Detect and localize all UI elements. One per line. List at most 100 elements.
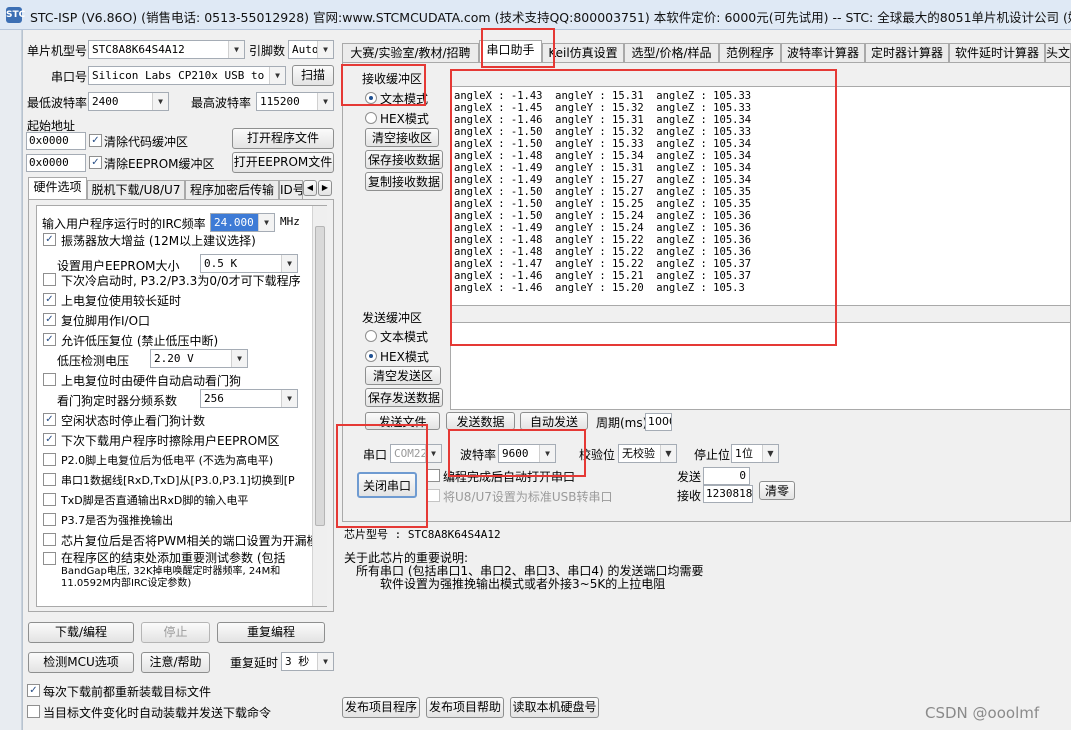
tab-scroll-left-icon[interactable]: ◀	[303, 180, 317, 196]
hw-option-checkbox[interactable]: ✓	[43, 333, 56, 346]
stop-button[interactable]: 停止	[141, 622, 210, 643]
hw-option-checkbox[interactable]	[43, 533, 56, 546]
hw-option-row[interactable]: 芯片复位后是否将PWM相关的端口设置为开漏模	[43, 530, 313, 550]
eeprom-size-select[interactable]: 0.5 K ▼	[200, 254, 298, 273]
retry-delay-select[interactable]: 3 秒 ▼	[281, 652, 334, 671]
send-file-button[interactable]: 发送文件	[365, 412, 440, 430]
baud-select[interactable]: 9600 ▼	[498, 444, 556, 463]
period-input[interactable]: 1000	[645, 413, 672, 431]
hw-option-checkbox[interactable]: ✓	[43, 313, 56, 326]
tab-encrypted-transfer[interactable]: 程序加密后传输	[185, 180, 279, 200]
send-hex-mode-radio[interactable]	[365, 350, 377, 362]
usb-serial-checkbox[interactable]	[427, 489, 440, 502]
irc-frequency-select[interactable]: 24.000 ▼	[210, 213, 275, 232]
recv-line: angleX : -1.43 angleY : 15.31 angleZ : 1…	[454, 90, 752, 102]
clear-eeprom-checkbox[interactable]: ✓	[89, 156, 102, 169]
hw-option-row[interactable]: 串口1数据线[RxD,TxD]从[P3.0,P3.1]切换到[P	[43, 470, 313, 490]
save-send-button[interactable]: 保存发送数据	[365, 388, 443, 407]
tab-hardware-options[interactable]: 硬件选项	[28, 177, 87, 200]
max-baud-label: 最高波特率	[191, 96, 252, 110]
auto-send-button[interactable]: 自动发送	[520, 412, 588, 430]
min-baud-select[interactable]: 2400 ▼	[88, 92, 169, 111]
scrollbar-thumb[interactable]	[315, 226, 325, 526]
tab-delay-calculator[interactable]: 软件延时计算器	[949, 43, 1045, 63]
code-addr-input[interactable]: 0x0000	[26, 132, 86, 150]
irc-label: 输入用户程序运行时的IRC频率	[42, 217, 206, 231]
tab-baud-calculator[interactable]: 波特率计算器	[781, 43, 865, 63]
recv-line: angleX : -1.50 angleY : 15.32 angleZ : 1…	[454, 126, 752, 138]
recv-line: angleX : -1.50 angleY : 15.33 angleZ : 1…	[454, 138, 752, 150]
reload-checkbox[interactable]: ✓	[27, 684, 40, 697]
tab-offline-download[interactable]: 脱机下载/U8/U7	[87, 180, 185, 200]
hw-option-checkbox[interactable]: ✓	[43, 233, 56, 246]
parity-label: 校验位	[579, 448, 616, 462]
hw-options-scrollbar[interactable]	[312, 206, 327, 606]
hw-option-checkbox[interactable]	[43, 493, 56, 506]
hw-option-checkbox[interactable]	[43, 513, 56, 526]
tab-timer-calculator[interactable]: 定时器计算器	[865, 43, 949, 63]
baud-label: 波特率	[460, 448, 497, 462]
clear-count-button[interactable]: 清零	[759, 481, 795, 500]
recv-textarea[interactable]: angleX : -1.43 angleY : 15.31 angleZ : 1…	[450, 86, 1071, 306]
auto-open-checkbox[interactable]	[427, 469, 440, 482]
hw-option-checkbox[interactable]: ✓	[43, 413, 56, 426]
send-textarea[interactable]	[450, 322, 1071, 410]
hw-option-checkbox[interactable]	[43, 552, 56, 565]
recv-hex-mode-radio[interactable]	[365, 112, 377, 124]
tab-header-file[interactable]: 头文	[1045, 43, 1071, 63]
wdt-select[interactable]: 256 ▼	[200, 389, 298, 408]
mcu-model-select[interactable]: STC8A8K64S4A12 ▼	[88, 40, 245, 59]
hw-option-checkbox[interactable]	[43, 373, 56, 386]
send-data-button[interactable]: 发送数据	[446, 412, 515, 430]
open-eeprom-button[interactable]: 打开EEPROM文件	[232, 152, 334, 173]
hw-option-checkbox[interactable]	[43, 453, 56, 466]
detect-mcu-button[interactable]: 检测MCU选项	[28, 652, 134, 673]
hw-option-checkbox[interactable]	[43, 273, 56, 286]
chevron-down-icon: ▼	[281, 255, 297, 272]
max-baud-select[interactable]: 115200 ▼	[256, 92, 334, 111]
tab-selection[interactable]: 选型/价格/样品	[624, 43, 719, 63]
open-program-button[interactable]: 打开程序文件	[232, 128, 334, 149]
clear-code-checkbox[interactable]: ✓	[89, 134, 102, 147]
recv-line: angleX : -1.46 angleY : 15.21 angleZ : 1…	[454, 270, 752, 282]
publish-program-button[interactable]: 发布项目程序	[342, 697, 420, 718]
tab-id[interactable]: ID号	[279, 180, 303, 200]
scan-button[interactable]: 扫描	[292, 65, 334, 86]
recv-hex-mode-label: HEX模式	[380, 112, 429, 126]
period-label: 周期(ms)	[596, 416, 648, 430]
recv-text-mode-radio[interactable]	[365, 92, 377, 104]
clear-send-button[interactable]: 清空发送区	[365, 366, 441, 385]
left-edge	[0, 30, 22, 730]
pin-count-select[interactable]: Auto ▼	[288, 40, 334, 59]
tab-scroll-right-icon[interactable]: ▶	[318, 180, 332, 196]
save-recv-button[interactable]: 保存接收数据	[365, 150, 443, 169]
copy-recv-button[interactable]: 复制接收数据	[365, 172, 443, 191]
hw-option-checkbox[interactable]	[43, 473, 56, 486]
help-button[interactable]: 注意/帮助	[141, 652, 210, 673]
lvd-select[interactable]: 2.20 V ▼	[150, 349, 248, 368]
chevron-down-icon: ▼	[317, 41, 333, 58]
hw-option-checkbox[interactable]: ✓	[43, 433, 56, 446]
clear-recv-button[interactable]: 清空接收区	[365, 128, 439, 147]
parity-select[interactable]: 无校验 ▼	[618, 444, 677, 463]
app-icon: STC	[6, 7, 25, 23]
clear-eeprom-label: 清除EEPROM缓冲区	[104, 157, 215, 171]
eeprom-addr-input[interactable]: 0x0000	[26, 154, 86, 172]
stop-bits-select[interactable]: 1位 ▼	[731, 444, 779, 463]
publish-help-button[interactable]: 发布项目帮助	[426, 697, 504, 718]
port-select[interactable]: Silicon Labs CP210x USB to UAR ▼	[88, 66, 286, 85]
send-text-mode-radio[interactable]	[365, 330, 377, 342]
tab-serial-assistant[interactable]: 串口助手	[479, 40, 542, 63]
download-program-button[interactable]: 下载/编程	[28, 622, 134, 643]
close-port-button[interactable]: 关闭串口	[357, 472, 417, 498]
read-disk-id-button[interactable]: 读取本机硬盘号	[510, 697, 599, 718]
tab-contest[interactable]: 大赛/实验室/教材/招聘	[342, 43, 479, 63]
retry-delay-label: 重复延时	[230, 656, 279, 670]
tab-keil-sim[interactable]: Keil仿真设置	[542, 43, 624, 63]
auto-send-checkbox[interactable]	[27, 705, 40, 718]
reprogram-button[interactable]: 重复编程	[217, 622, 325, 643]
serial-port-select[interactable]: COM22 ▼	[390, 444, 442, 463]
tab-examples[interactable]: 范例程序	[719, 43, 781, 63]
sent-count-label: 发送	[677, 470, 702, 484]
hw-option-checkbox[interactable]: ✓	[43, 293, 56, 306]
